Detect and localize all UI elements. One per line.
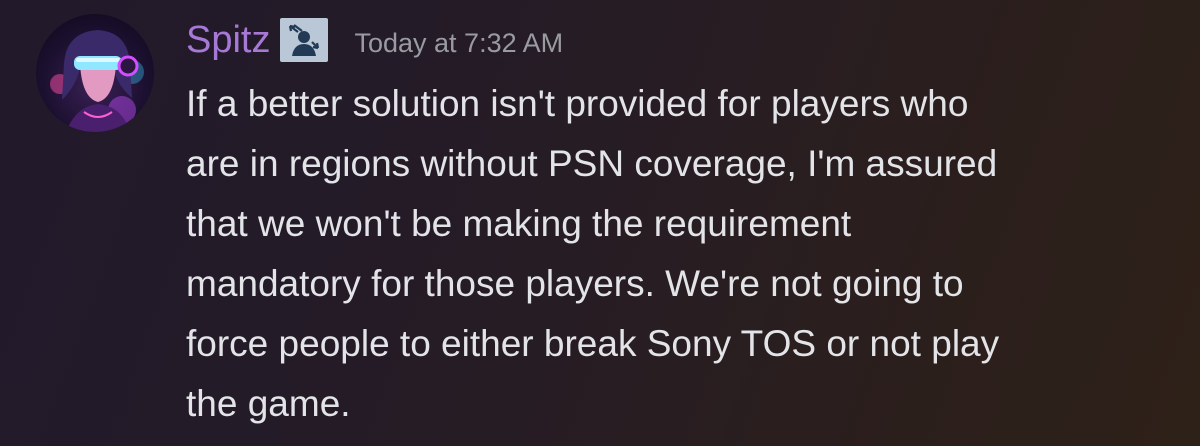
message-line: If a better solution isn't provided for … <box>186 83 969 124</box>
message-line: that we won't be making the requirement <box>186 203 852 244</box>
message-line: force people to either break Sony TOS or… <box>186 323 1000 364</box>
message-timestamp: Today at 7:32 AM <box>354 27 564 58</box>
message-header: Spitz Today at 7:32 AM <box>186 14 563 66</box>
message-line: are in regions without PSN coverage, I'm… <box>186 143 998 184</box>
username[interactable]: Spitz <box>186 21 270 59</box>
avatar-image <box>50 30 144 132</box>
message-content: If a better solution isn't provided for … <box>186 74 1166 434</box>
chat-message: Spitz Today at 7:32 AM If a better solut… <box>0 0 1200 446</box>
role-badge-icon[interactable] <box>280 18 329 62</box>
message-line: mandatory for those players. We're not g… <box>186 263 964 304</box>
message-line: the game. <box>186 383 351 424</box>
person-arrows-icon <box>289 24 320 56</box>
user-avatar[interactable] <box>36 14 154 132</box>
